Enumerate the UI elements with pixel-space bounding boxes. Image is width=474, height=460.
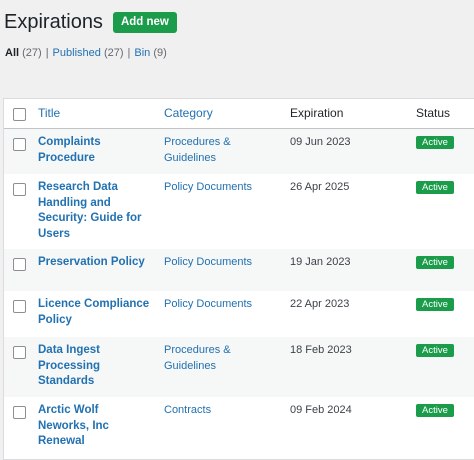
filter-published[interactable]: Published (27)	[53, 47, 124, 59]
column-status: Status	[416, 106, 451, 120]
status-badge: Active	[416, 298, 454, 311]
row-title-link[interactable]: Data Ingest Processing Standards	[38, 343, 150, 390]
row-expiration: 26 Apr 2025	[290, 181, 350, 193]
status-badge: Active	[416, 404, 454, 417]
row-checkbox[interactable]	[13, 138, 26, 151]
row-title-link[interactable]: Research Data Handling and Security: Gui…	[38, 180, 150, 242]
status-badge: Active	[416, 136, 454, 149]
table-row: Research Data Handling and Security: Gui…	[4, 174, 474, 249]
row-expiration: 19 Jan 2023	[290, 256, 351, 268]
filter-separator: |	[45, 47, 49, 59]
row-category-link[interactable]: Procedures & Guidelines	[164, 135, 264, 166]
row-category-link[interactable]: Policy Documents	[164, 180, 264, 196]
column-expiration: Expiration	[290, 106, 344, 120]
status-badge: Active	[416, 256, 454, 269]
table-header: Title Category Expiration Status	[4, 99, 474, 129]
table-row: Licence Compliance Policy Policy Documen…	[4, 291, 474, 337]
row-checkbox[interactable]	[13, 406, 26, 419]
table-row: Data Ingest Processing Standards Procedu…	[4, 337, 474, 397]
page-title: Expirations	[4, 11, 103, 33]
status-filter-links: All (27) | Published (27) | Bin (9)	[5, 47, 167, 59]
row-title-link[interactable]: Licence Compliance Policy	[38, 297, 150, 328]
row-checkbox[interactable]	[13, 300, 26, 313]
row-title-link[interactable]: Arctic Wolf Neworks, Inc Renewal	[38, 403, 150, 450]
row-title-link[interactable]: Preservation Policy	[38, 255, 150, 271]
row-checkbox[interactable]	[13, 183, 26, 196]
filter-separator: |	[127, 47, 131, 59]
select-all-checkbox[interactable]	[13, 108, 26, 121]
table-row: Preservation Policy Policy Documents 19 …	[4, 249, 474, 291]
filter-bin[interactable]: Bin (9)	[134, 47, 166, 59]
row-category-link[interactable]: Procedures & Guidelines	[164, 343, 264, 374]
column-title-sort[interactable]: Title	[38, 106, 60, 120]
row-expiration: 18 Feb 2023	[290, 344, 352, 356]
row-category-link[interactable]: Contracts	[164, 403, 264, 419]
row-category-link[interactable]: Policy Documents	[164, 255, 264, 271]
column-category-sort[interactable]: Category	[164, 106, 213, 120]
status-badge: Active	[416, 344, 454, 357]
row-expiration: 09 Jun 2023	[290, 136, 351, 148]
expirations-table: Title Category Expiration Status Complai…	[3, 98, 474, 460]
row-expiration: 09 Feb 2024	[290, 404, 352, 416]
status-badge: Active	[416, 181, 454, 194]
row-title-link[interactable]: Complaints Procedure	[38, 135, 150, 166]
row-checkbox[interactable]	[13, 346, 26, 359]
table-row: Complaints Procedure Procedures & Guidel…	[4, 129, 474, 174]
row-checkbox[interactable]	[13, 258, 26, 271]
row-expiration: 22 Apr 2023	[290, 298, 350, 310]
row-category-link[interactable]: Policy Documents	[164, 297, 264, 313]
filter-all[interactable]: All (27)	[5, 47, 42, 59]
page-header: Expirations Add new	[4, 9, 177, 35]
table-row: Arctic Wolf Neworks, Inc Renewal Contrac…	[4, 397, 474, 459]
add-new-button[interactable]: Add new	[112, 11, 177, 33]
